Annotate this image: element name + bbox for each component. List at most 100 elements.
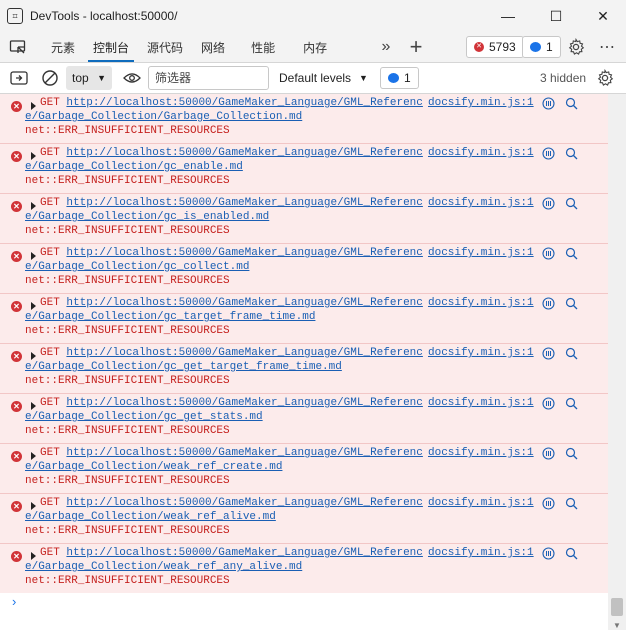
search-icon[interactable] [565, 97, 578, 110]
source-link[interactable]: docsify.min.js:1 [428, 147, 534, 159]
add-tab-icon[interactable]: + [405, 32, 427, 62]
request-info-icon[interactable] [542, 147, 555, 160]
search-icon[interactable] [565, 197, 578, 210]
request-info-icon[interactable] [542, 97, 555, 110]
settings-gear-icon[interactable] [567, 38, 585, 56]
request-url-continued[interactable]: e/Garbage_Collection/gc_collect.md [25, 261, 249, 273]
tab-sources[interactable]: 源代码 [138, 32, 192, 62]
request-url-continued[interactable]: e/Garbage_Collection/weak_ref_alive.md [25, 511, 276, 523]
source-link[interactable]: docsify.min.js:1 [428, 547, 534, 559]
console-error-entry[interactable]: ✕ GET http://localhost:50000/GameMaker_La… [0, 444, 608, 494]
tab-performance[interactable]: 性能 [242, 32, 284, 62]
source-link[interactable]: docsify.min.js:1 [428, 497, 534, 509]
filter-input[interactable] [148, 66, 269, 90]
request-method: GET [40, 497, 60, 509]
request-url[interactable]: http://localhost:50000/GameMaker_Languag… [66, 547, 422, 559]
request-url-continued[interactable]: e/Garbage_Collection/gc_get_target_frame… [25, 361, 342, 373]
tab-network[interactable]: 网络 [192, 32, 234, 62]
tab-console[interactable]: 控制台 [84, 32, 138, 62]
search-icon[interactable] [565, 497, 578, 510]
expand-triangle-icon[interactable] [31, 402, 36, 410]
source-link[interactable]: docsify.min.js:1 [428, 397, 534, 409]
console-settings-gear-icon[interactable] [596, 69, 614, 87]
request-url[interactable]: http://localhost:50000/GameMaker_Languag… [66, 497, 422, 509]
request-info-icon[interactable] [542, 297, 555, 310]
expand-triangle-icon[interactable] [31, 102, 36, 110]
source-link[interactable]: docsify.min.js:1 [428, 447, 534, 459]
source-link[interactable]: docsify.min.js:1 [428, 247, 534, 259]
console-error-entry[interactable]: ✕ GET http://localhost:50000/GameMaker_La… [0, 94, 608, 144]
expand-triangle-icon[interactable] [31, 452, 36, 460]
request-url[interactable]: http://localhost:50000/GameMaker_Languag… [66, 197, 422, 209]
request-url[interactable]: http://localhost:50000/GameMaker_Languag… [66, 397, 422, 409]
clear-console-icon[interactable] [40, 68, 60, 88]
source-link[interactable]: docsify.min.js:1 [428, 97, 534, 109]
log-levels-dropdown[interactable]: Default levels ▼ [279, 71, 368, 85]
expand-triangle-icon[interactable] [31, 252, 36, 260]
expand-triangle-icon[interactable] [31, 552, 36, 560]
sidebar-toggle-icon[interactable] [9, 68, 29, 88]
request-info-icon[interactable] [542, 447, 555, 460]
request-url-continued[interactable]: e/Garbage_Collection/gc_target_frame_tim… [25, 311, 315, 323]
request-info-icon[interactable] [542, 547, 555, 560]
console-error-entry[interactable]: ✕ GET http://localhost:50000/GameMaker_La… [0, 394, 608, 444]
search-icon[interactable] [565, 397, 578, 410]
minimize-button[interactable]: — [485, 0, 531, 32]
messages-badge[interactable]: 1 [522, 36, 561, 58]
scrollbar[interactable] [608, 94, 626, 630]
context-selector[interactable]: top ▼ [66, 66, 112, 90]
expand-triangle-icon[interactable] [31, 502, 36, 510]
request-info-icon[interactable] [542, 197, 555, 210]
request-info-icon[interactable] [542, 247, 555, 260]
console-prompt[interactable]: › [12, 594, 16, 609]
request-url-continued[interactable]: e/Garbage_Collection/gc_enable.md [25, 161, 243, 173]
search-icon[interactable] [565, 447, 578, 460]
expand-triangle-icon[interactable] [31, 302, 36, 310]
scrollbar-thumb[interactable] [611, 598, 623, 616]
request-url-continued[interactable]: e/Garbage_Collection/weak_ref_any_alive.… [25, 561, 302, 573]
device-toolbar-icon[interactable] [0, 32, 36, 62]
request-info-icon[interactable] [542, 347, 555, 360]
maximize-button[interactable]: ☐ [533, 0, 579, 32]
search-icon[interactable] [565, 247, 578, 260]
search-icon[interactable] [565, 547, 578, 560]
more-tabs-icon[interactable]: » [376, 32, 396, 62]
source-link[interactable]: docsify.min.js:1 [428, 297, 534, 309]
tab-memory[interactable]: 内存 [294, 32, 336, 62]
close-button[interactable]: ✕ [580, 0, 626, 32]
console-error-entry[interactable]: ✕ GET http://localhost:50000/GameMaker_La… [0, 494, 608, 544]
source-link[interactable]: docsify.min.js:1 [428, 197, 534, 209]
search-icon[interactable] [565, 147, 578, 160]
console-error-entry[interactable]: ✕ GET http://localhost:50000/GameMaker_La… [0, 294, 608, 344]
request-url-continued[interactable]: e/Garbage_Collection/gc_is_enabled.md [25, 211, 269, 223]
request-url-continued[interactable]: e/Garbage_Collection/weak_ref_create.md [25, 461, 282, 473]
console-error-entry[interactable]: ✕ GET http://localhost:50000/GameMaker_La… [0, 194, 608, 244]
console-error-entry[interactable]: ✕ GET http://localhost:50000/GameMaker_La… [0, 144, 608, 194]
request-url[interactable]: http://localhost:50000/GameMaker_Languag… [66, 297, 422, 309]
more-options-icon[interactable]: ⋯ [595, 32, 619, 62]
errors-badge[interactable]: ✕ 5793 [466, 36, 524, 58]
expand-triangle-icon[interactable] [31, 152, 36, 160]
search-icon[interactable] [565, 347, 578, 360]
console-error-entry[interactable]: ✕ GET http://localhost:50000/GameMaker_La… [0, 344, 608, 394]
source-link[interactable]: docsify.min.js:1 [428, 347, 534, 359]
request-info-icon[interactable] [542, 497, 555, 510]
request-url[interactable]: http://localhost:50000/GameMaker_Languag… [66, 97, 422, 109]
request-method: GET [40, 247, 60, 259]
expand-triangle-icon[interactable] [31, 352, 36, 360]
tab-elements[interactable]: 元素 [42, 32, 84, 62]
request-url[interactable]: http://localhost:50000/GameMaker_Languag… [66, 447, 422, 459]
request-url-continued[interactable]: e/Garbage_Collection/Garbage_Collection.… [25, 111, 302, 123]
request-url[interactable]: http://localhost:50000/GameMaker_Languag… [66, 247, 422, 259]
request-url[interactable]: http://localhost:50000/GameMaker_Languag… [66, 347, 422, 359]
scroll-down-arrow-icon[interactable]: ▼ [611, 620, 623, 630]
request-info-icon[interactable] [542, 397, 555, 410]
request-url-continued[interactable]: e/Garbage_Collection/gc_get_stats.md [25, 411, 263, 423]
search-icon[interactable] [565, 297, 578, 310]
live-expression-eye-icon[interactable] [122, 68, 142, 88]
issues-badge[interactable]: 1 [379, 67, 419, 89]
request-url[interactable]: http://localhost:50000/GameMaker_Languag… [66, 147, 422, 159]
console-error-entry[interactable]: ✕ GET http://localhost:50000/GameMaker_La… [0, 244, 608, 294]
expand-triangle-icon[interactable] [31, 202, 36, 210]
console-error-entry[interactable]: ✕ GET http://localhost:50000/GameMaker_La… [0, 544, 608, 593]
